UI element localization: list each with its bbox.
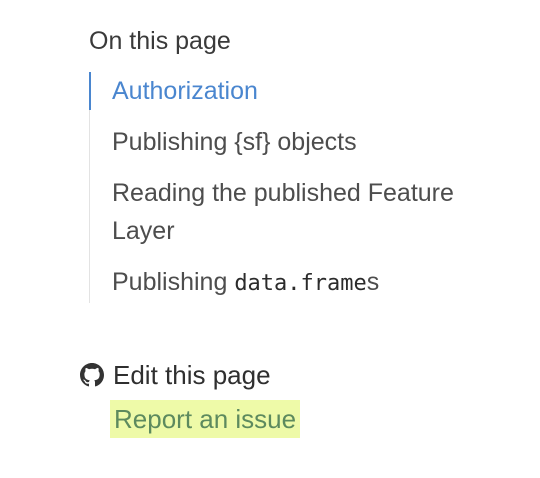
toc-link-prefix: Publishing [112,268,235,296]
toc-link-publishing-sf-objects[interactable]: Publishing {sf} objects [90,123,509,161]
toc-link-publishing-data-frames[interactable]: Publishing data.frames [90,263,509,303]
toc-link-reading-feature-layer[interactable]: Reading the published Feature Layer [90,174,509,250]
toc-link-authorization[interactable]: Authorization [89,72,509,110]
toc-heading: On this page [89,27,231,55]
on-this-page-nav: On this page Authorization Publishing {s… [89,24,509,303]
edit-page-row: Edit this page [80,355,300,395]
github-icon [80,363,104,387]
report-issue-link[interactable]: Report an issue [110,400,301,438]
edit-page-link[interactable]: Edit this page [113,360,271,391]
toc-link-suffix: s [366,268,380,296]
page-actions: Edit this page Report an issue [80,355,301,438]
toc-list: Authorization Publishing {sf} objects Re… [89,72,509,303]
code-data-frame: data.frame [234,271,367,296]
